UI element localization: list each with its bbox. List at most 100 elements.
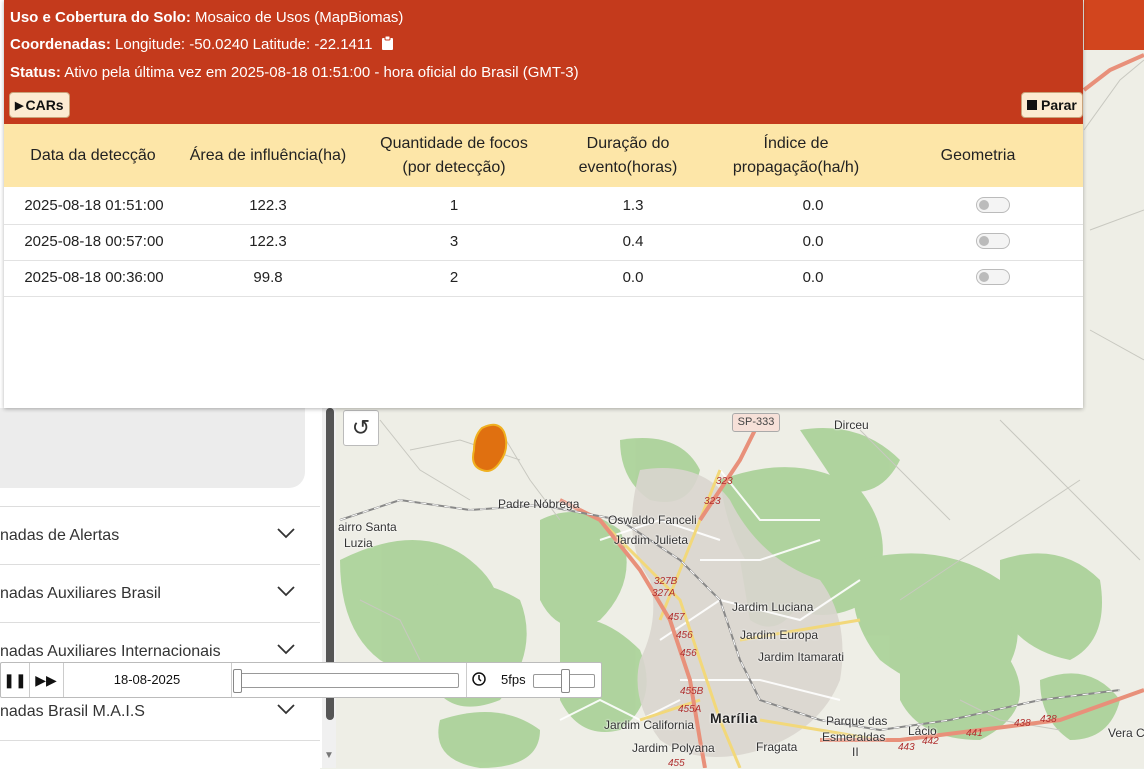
column-header: Quantidade de focos (por detecção) [380, 134, 528, 176]
coords-label: Coordenadas: [10, 36, 111, 53]
sidebar-panel [0, 408, 305, 488]
coords-value: Longitude: -50.0240 Latitude: -22.1411 [115, 36, 373, 53]
geometry-toggle[interactable] [976, 269, 1010, 285]
fast-forward-icon: ▶▶ [35, 671, 57, 688]
road-shield: 443 [898, 742, 915, 753]
land-use-value: Mosaico de Usos (MapBiomas) [195, 9, 404, 26]
cell-area: 122.3 [249, 233, 287, 250]
cell-index: 0.0 [802, 233, 824, 250]
cell-foci: 3 [449, 233, 459, 250]
map-label: Jardim Itamarati [758, 650, 845, 664]
timeline-control: ❚❚ ▶▶ 18-08-2025 5fps [0, 662, 602, 698]
column-header: Duração do evento(horas) [578, 134, 678, 176]
chevron-down-icon [277, 644, 295, 655]
map-label: Jardim Europa [740, 628, 819, 642]
cell-duration: 0.4 [622, 233, 644, 250]
map-label: Jardim Polyana [632, 741, 715, 755]
pause-icon: ❚❚ [3, 671, 27, 688]
table-header: Data da detecção Área de influência(ha) … [4, 124, 1083, 187]
timeline-slider[interactable] [235, 673, 459, 688]
road-shield: 455A [678, 704, 702, 715]
timeline-date: 18-08-2025 [63, 663, 232, 697]
caret-right-icon: ▶ [15, 99, 24, 112]
clipboard-icon[interactable] [381, 35, 394, 51]
table-row: 2025-08-18 00:57:00 122.3 3 0.4 0.0 [4, 224, 1083, 261]
geometry-toggle[interactable] [976, 233, 1010, 249]
accordion-auxiliares-brasil[interactable]: nadas Auxiliares Brasil [0, 564, 320, 623]
road-shield: 455B [680, 686, 704, 697]
map-label: Jardim Julieta [614, 533, 689, 547]
cell-date: 2025-08-18 00:36:00 [24, 269, 164, 286]
map-label: Luzia [344, 536, 373, 550]
popup-header: Uso e Cobertura do Solo: Mosaico de Usos… [4, 0, 1083, 124]
map-label: Jardim Luciana [732, 600, 814, 614]
cell-index: 0.0 [802, 197, 824, 214]
land-use-line: Uso e Cobertura do Solo: Mosaico de Usos… [10, 9, 403, 26]
geometry-toggle[interactable] [976, 197, 1010, 213]
column-header: Área de influência(ha) [189, 146, 347, 164]
chevron-down-icon [277, 704, 295, 715]
road-shield: 327B [654, 576, 678, 587]
road-shield: 455 [668, 758, 685, 768]
cell-index: 0.0 [802, 269, 824, 286]
cell-duration: 1.3 [622, 197, 644, 214]
header-strip [1084, 0, 1144, 50]
accordion-next[interactable] [0, 740, 320, 769]
pause-button[interactable]: ❚❚ [1, 663, 30, 697]
coords-line: Coordenadas: Longitude: -50.0240 Latitud… [10, 35, 394, 53]
fire-detail-popup: Uso e Cobertura do Solo: Mosaico de Usos… [4, 0, 1083, 408]
road-shield: 323 [716, 476, 733, 487]
status-value: Ativo pela última vez em 2025-08-18 01:5… [64, 64, 579, 81]
table-row: 2025-08-18 01:51:00 122.3 1 1.3 0.0 [4, 188, 1083, 225]
speed-slider-handle[interactable] [561, 669, 570, 693]
divider [466, 663, 467, 697]
stop-button-label: Parar [1041, 97, 1077, 113]
route-shield: SP-333 [732, 413, 780, 432]
column-header: Índice de propagação(ha/h) [732, 134, 860, 176]
chevron-down-icon [277, 586, 295, 597]
cars-button[interactable]: ▶ CARs [9, 92, 70, 118]
status-line: Status: Ativo pela última vez em 2025-08… [10, 64, 579, 81]
fast-forward-button[interactable]: ▶▶ [29, 663, 64, 697]
road-shield: 442 [922, 736, 939, 747]
column-header: Data da detecção [30, 146, 156, 164]
accordion-label: nadas Brasil M.A.I.S [0, 703, 145, 720]
road-shield: 438 [1014, 718, 1031, 729]
timeline-slider-handle[interactable] [233, 669, 242, 693]
map-label: Oswaldo Fanceli [608, 513, 697, 527]
cell-area: 99.8 [253, 269, 283, 286]
map-label: airro Santa [338, 520, 397, 534]
status-label: Status: [10, 64, 61, 81]
cell-date: 2025-08-18 00:57:00 [24, 233, 164, 250]
map-label: Padre Nóbrega [498, 497, 580, 511]
map-label: Parque das [826, 714, 888, 728]
chevron-down-icon [277, 528, 295, 539]
clock-icon [472, 672, 486, 686]
map-label: Esmeraldas [822, 730, 886, 744]
road-shield: 457 [668, 612, 685, 623]
map-label: Marília [710, 710, 758, 726]
refresh-icon: ↺ [351, 415, 371, 440]
cars-button-label: CARs [25, 97, 64, 113]
map-label: Jardim California [604, 718, 695, 732]
accordion-label: nadas Auxiliares Brasil [0, 585, 161, 602]
map-label: Fragata [756, 740, 798, 754]
stop-button[interactable]: Parar [1021, 92, 1083, 118]
road-shield: 438 [1040, 714, 1057, 725]
scroll-down-arrow-icon[interactable]: ▼ [324, 750, 334, 761]
accordion-label: nadas Auxiliares Internacionais [0, 643, 221, 660]
cell-date: 2025-08-18 01:51:00 [24, 197, 164, 214]
map-label: Dirceu [834, 418, 869, 432]
cell-foci: 1 [449, 197, 459, 214]
table-row: 2025-08-18 00:36:00 99.8 2 0.0 0.0 [4, 260, 1083, 297]
road-shield: 456 [680, 648, 697, 659]
accordion-alertas[interactable]: nadas de Alertas [0, 506, 320, 565]
map-label: II [852, 745, 859, 759]
land-use-label: Uso e Cobertura do Solo: [10, 9, 191, 26]
map-label: Vera C [1108, 726, 1144, 740]
cell-foci: 2 [449, 269, 459, 286]
road-shield: 323 [704, 496, 721, 507]
accordion-label: nadas de Alertas [0, 527, 120, 544]
road-shield: 327A [652, 588, 676, 599]
refresh-button[interactable]: ↺ [343, 410, 379, 446]
